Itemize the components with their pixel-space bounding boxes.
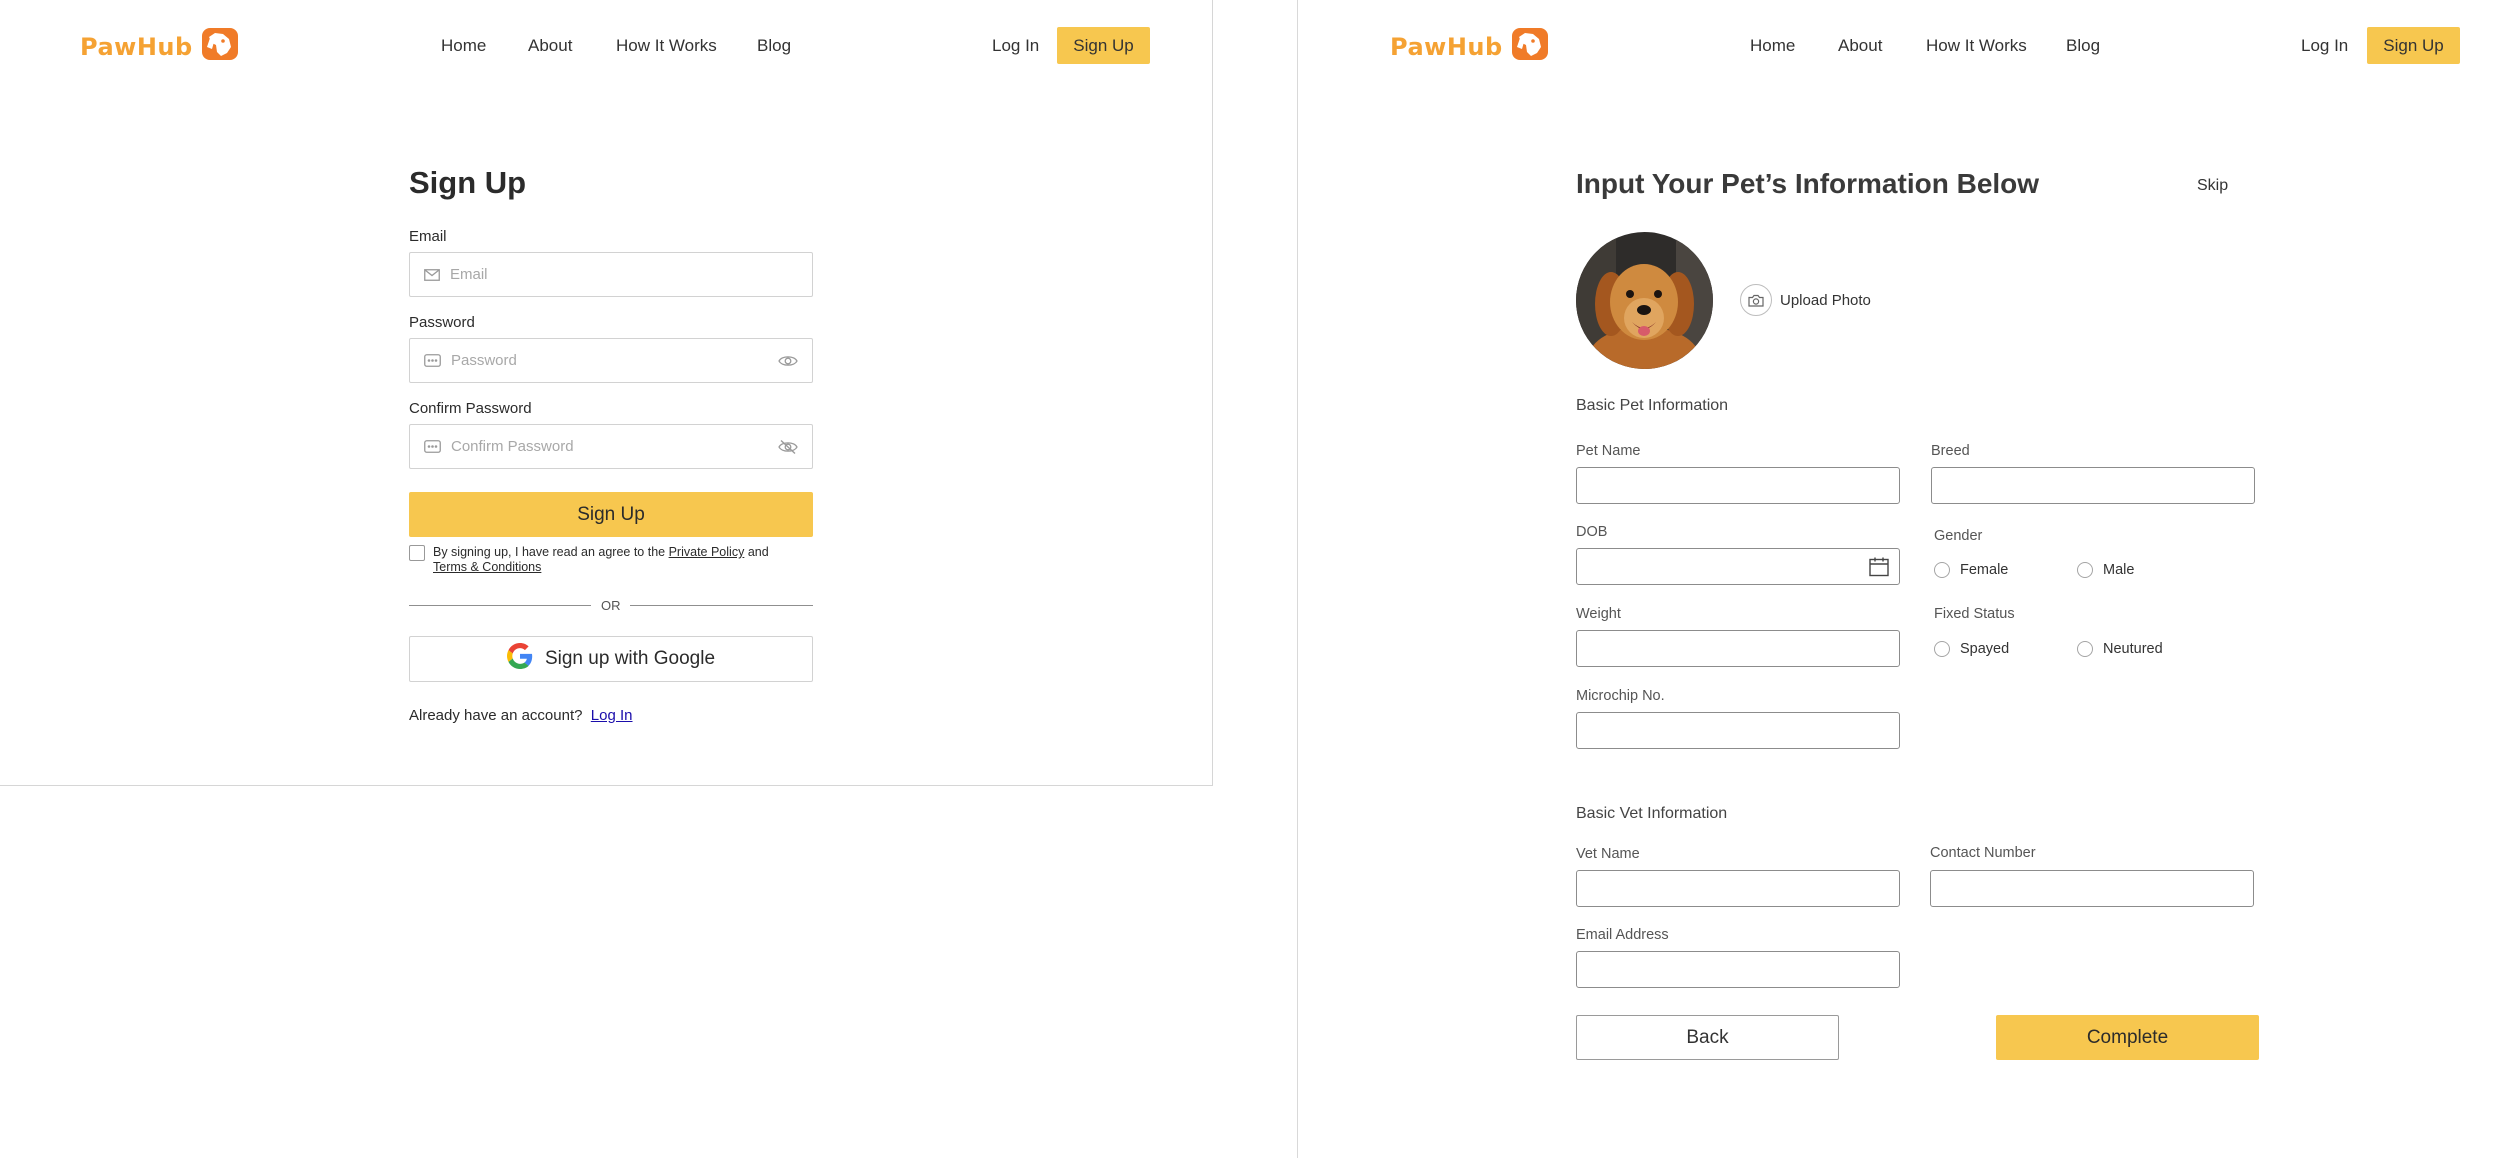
- or-divider-left: [409, 605, 591, 606]
- vet-name-input[interactable]: [1576, 870, 1900, 907]
- vet-name-label: Vet Name: [1576, 846, 1640, 862]
- radio-circle[interactable]: [1934, 562, 1950, 578]
- signup-title: Sign Up: [409, 165, 527, 200]
- basic-vet-section-title: Basic Vet Information: [1576, 805, 1728, 822]
- logo[interactable]: PawHub: [80, 27, 239, 66]
- password-field[interactable]: Password: [409, 338, 813, 383]
- dob-input[interactable]: [1576, 548, 1900, 585]
- google-icon: [506, 643, 533, 675]
- camera-icon: [1740, 284, 1772, 316]
- privacy-policy-link[interactable]: Private Policy: [669, 545, 745, 559]
- complete-button[interactable]: Complete: [1996, 1015, 2259, 1060]
- nav-how-it-works-link[interactable]: How It Works: [1926, 36, 2027, 56]
- fixed-neutured-label: Neutured: [2103, 641, 2163, 657]
- dob-label: DOB: [1576, 524, 1608, 540]
- panel-divider: [1297, 0, 1298, 1158]
- nav-home-link[interactable]: Home: [441, 36, 486, 56]
- back-button[interactable]: Back: [1576, 1015, 1839, 1060]
- mail-icon: [424, 268, 440, 281]
- terms-text: By signing up, I have read an agree to t…: [433, 545, 823, 575]
- pet-name-input[interactable]: [1576, 467, 1900, 504]
- basic-pet-section-title: Basic Pet Information: [1576, 397, 1729, 414]
- microchip-input[interactable]: [1576, 712, 1900, 749]
- weight-label: Weight: [1576, 606, 1621, 622]
- radio-circle[interactable]: [1934, 641, 1950, 657]
- login-link[interactable]: Log In: [591, 707, 633, 724]
- pet-name-label: Pet Name: [1576, 443, 1641, 459]
- nav-blog-link[interactable]: Blog: [2066, 36, 2100, 56]
- dog-logo-icon: [201, 27, 239, 66]
- logo[interactable]: PawHub: [1390, 27, 1549, 66]
- pet-form-title: Input Your Pet’s Information Below: [1576, 168, 2040, 199]
- nav-home-link[interactable]: Home: [1750, 36, 1795, 56]
- contact-number-label: Contact Number: [1930, 845, 2036, 861]
- terms-prefix: By signing up, I have read an agree to t…: [433, 545, 666, 559]
- upload-photo-label: Upload Photo: [1780, 291, 1871, 309]
- confirm-password-label: Confirm Password: [409, 400, 532, 417]
- nav-about-link[interactable]: About: [1838, 36, 1882, 56]
- logo-text: PawHub: [1390, 32, 1503, 61]
- breed-label: Breed: [1931, 443, 1970, 459]
- upload-photo-button[interactable]: Upload Photo: [1740, 284, 1871, 316]
- gender-option-male[interactable]: Male: [2077, 562, 2134, 578]
- password-placeholder: Password: [451, 352, 517, 369]
- confirm-password-field[interactable]: Confirm Password: [409, 424, 813, 469]
- google-signup-label: Sign up with Google: [544, 648, 716, 669]
- fixed-spayed-label: Spayed: [1960, 641, 2010, 657]
- email-label: Email: [409, 228, 447, 245]
- google-signup-button[interactable]: Sign up with Google: [409, 636, 813, 682]
- password-label: Password: [409, 314, 475, 331]
- weight-input[interactable]: [1576, 630, 1900, 667]
- microchip-label: Microchip No.: [1576, 688, 1665, 704]
- email-address-input[interactable]: [1576, 951, 1900, 988]
- login-button[interactable]: Log In: [992, 36, 1039, 56]
- fixed-option-spayed[interactable]: Spayed: [1934, 641, 2009, 657]
- terms-conditions-link[interactable]: Terms & Conditions: [433, 560, 541, 574]
- email-placeholder: Email: [450, 266, 488, 283]
- login-button[interactable]: Log In: [2301, 36, 2348, 56]
- skip-link[interactable]: Skip: [2197, 177, 2228, 195]
- confirm-password-placeholder: Confirm Password: [451, 438, 574, 455]
- signup-submit-button[interactable]: Sign Up: [409, 492, 813, 537]
- pet-photo-avatar: [1576, 232, 1713, 369]
- password-dots-icon: [424, 440, 441, 453]
- breed-input[interactable]: [1931, 467, 2255, 504]
- radio-circle[interactable]: [2077, 562, 2093, 578]
- gender-label: Gender: [1934, 528, 1983, 544]
- gender-female-label: Female: [1960, 562, 2009, 578]
- password-dots-icon: [424, 354, 441, 367]
- dog-logo-icon: [1511, 27, 1549, 66]
- eye-icon[interactable]: [778, 354, 798, 368]
- radio-circle[interactable]: [2077, 641, 2093, 657]
- signup-nav-button[interactable]: Sign Up: [1057, 27, 1150, 64]
- email-address-label: Email Address: [1576, 927, 1669, 943]
- already-account-text: Already have an account? Log In: [409, 707, 633, 724]
- already-account-label: Already have an account?: [409, 707, 583, 724]
- contact-number-input[interactable]: [1930, 870, 2254, 907]
- logo-text: PawHub: [80, 32, 193, 61]
- or-divider-right: [630, 605, 813, 606]
- fixed-status-label: Fixed Status: [1934, 606, 2015, 622]
- gender-male-label: Male: [2103, 562, 2135, 578]
- gender-option-female[interactable]: Female: [1934, 562, 2008, 578]
- terms-conjunction: and: [747, 545, 769, 559]
- eye-off-icon[interactable]: [778, 439, 798, 455]
- or-text: OR: [601, 598, 621, 613]
- signup-nav-button[interactable]: Sign Up: [2367, 27, 2460, 64]
- nav-how-it-works-link[interactable]: How It Works: [616, 36, 717, 56]
- fixed-option-neutured[interactable]: Neutured: [2077, 641, 2163, 657]
- nav-blog-link[interactable]: Blog: [757, 36, 791, 56]
- nav-about-link[interactable]: About: [528, 36, 572, 56]
- terms-checkbox[interactable]: [409, 545, 425, 561]
- calendar-icon[interactable]: [1869, 557, 1889, 582]
- email-field[interactable]: Email: [409, 252, 813, 297]
